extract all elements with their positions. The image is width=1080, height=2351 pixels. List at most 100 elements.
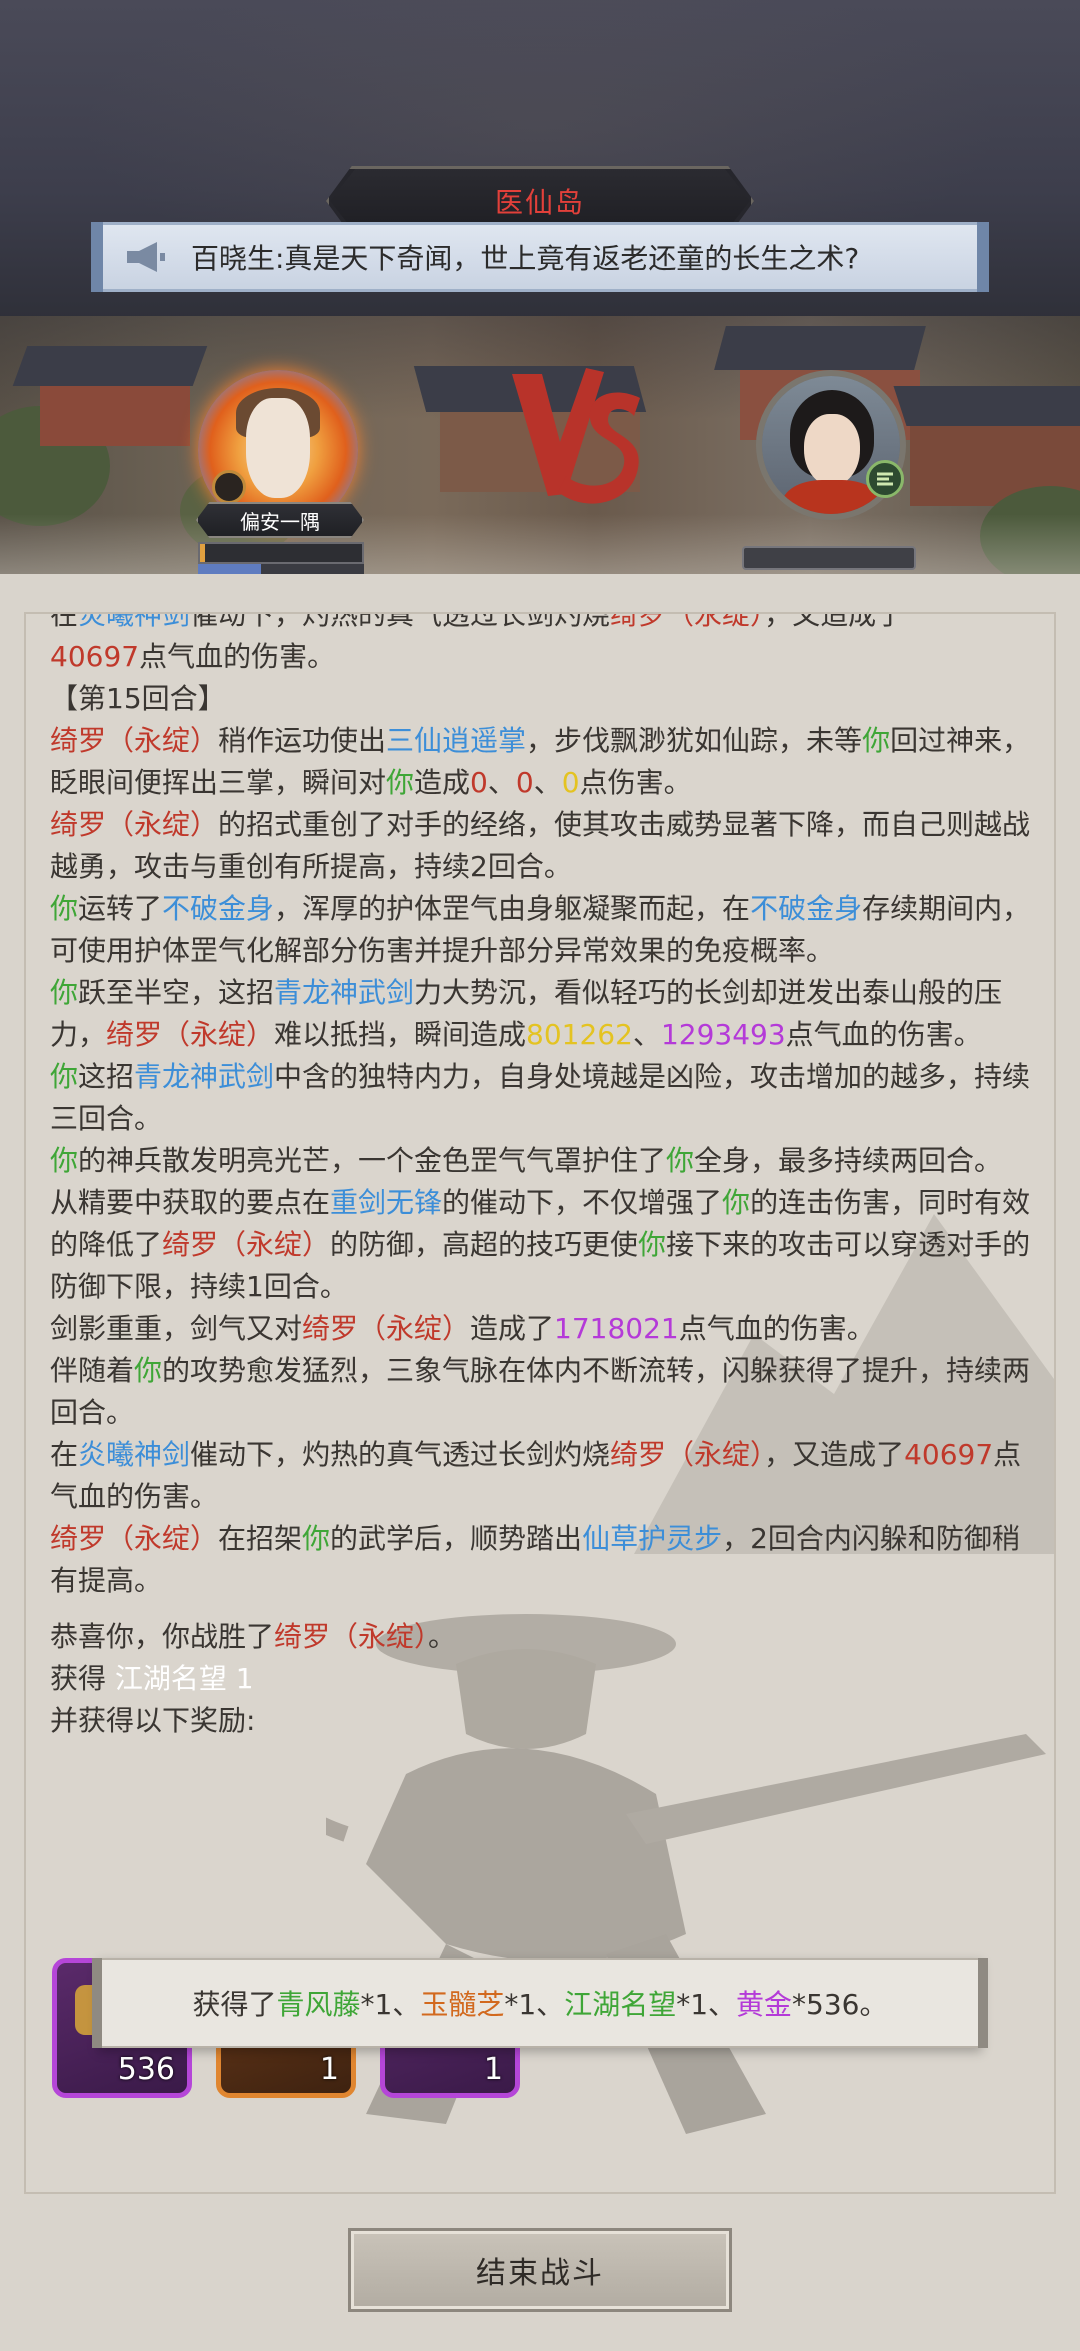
log-text: 、 — [487, 766, 516, 799]
log-text: 运转了 — [78, 892, 163, 925]
highlight-green: 你 — [862, 724, 891, 757]
log-text: 的神兵散发明亮光芒，一个金色罡气气罩护住了 — [78, 1144, 667, 1177]
highlight-blue: 青龙神武剑 — [274, 976, 415, 1009]
log-text: 恭喜你，你战胜了 — [50, 1620, 275, 1653]
gain-value: 江湖名望 1 — [114, 1662, 254, 1695]
opponent-hp-bar — [742, 546, 916, 570]
highlight-red: 绮罗（永绽） — [610, 612, 765, 631]
log-text: 在招架 — [218, 1522, 303, 1555]
location-name: 医仙岛 — [494, 186, 585, 219]
highlight-red: 40697 — [904, 1438, 994, 1471]
player-mp-fill — [198, 564, 262, 574]
log-text: *536。 — [792, 1988, 888, 2021]
highlight-green: 你 — [50, 976, 79, 1009]
player-mp-bar — [198, 564, 364, 574]
log-entry: 你的神兵散发明亮光芒，一个金色罡气气罩护住了你全身，最多持续两回合。 — [50, 1140, 1040, 1182]
log-text: 【第15回合】 — [50, 682, 226, 715]
battle-log-text: 在炎曦神剑催动下，灼热的真气透过长剑灼烧绮罗（永绽），又造成了 40697点气血的… — [50, 614, 1040, 1742]
log-text: *1、 — [676, 1988, 737, 2021]
log-entry: 绮罗（永绽）稍作运功使出三仙逍遥掌，步伐飘渺犹如仙踪，未等你回过神来，眨眼间便挥… — [50, 720, 1040, 804]
reward-count: 1 — [319, 2052, 339, 2087]
megaphone-icon — [115, 227, 175, 287]
highlight-blue: 青龙神武剑 — [134, 1060, 275, 1093]
highlight-orange: 玉髓芝 — [420, 1988, 505, 2021]
log-text: 催动下，灼热的真气透过长剑灼烧 — [190, 1438, 611, 1471]
log-entry: 你运转了不破金身，浑厚的护体罡气由身躯凝聚而起，在不破金身存续期间内，可使用护体… — [50, 888, 1040, 972]
log-text: 的防御，高超的技巧更使 — [330, 1228, 639, 1261]
log-text: 全身，最多持续两回合。 — [694, 1144, 1003, 1177]
log-text: 获得了 — [192, 1988, 277, 2021]
announcement-banner[interactable]: 百晓生:真是天下奇闻，世上竟有返老还童的长生之术? — [91, 222, 989, 292]
log-text: *1、 — [360, 1988, 421, 2021]
highlight-red: 绮罗（永绽） — [274, 1620, 429, 1653]
player-hp-fill — [200, 544, 205, 562]
log-text: 剑影重重，剑气又对 — [50, 1312, 303, 1345]
log-text: 、 — [533, 766, 562, 799]
highlight-red: 绮罗（永绽） — [50, 1522, 219, 1555]
highlight-yellow: 0 — [561, 766, 580, 799]
highlight-green: 你 — [666, 1144, 695, 1177]
highlight-red: 绮罗（永绽） — [50, 808, 219, 841]
log-entry: 40697点气血的伤害。 — [50, 636, 1040, 678]
log-text: 催动下，灼热的真气透过长剑灼烧 — [190, 612, 611, 631]
highlight-red: 0 — [470, 766, 488, 799]
log-text: 在 — [50, 1438, 79, 1471]
highlight-red: 绮罗（永绽） — [106, 1018, 275, 1051]
log-text: 造成了 — [470, 1312, 555, 1345]
log-text: 在 — [50, 612, 79, 631]
gain-line: 获得 江湖名望 1 — [50, 1658, 1040, 1700]
player-hp-bar — [198, 542, 364, 564]
highlight-green: 江湖名望 — [564, 1988, 677, 2021]
highlight-blue: 重剑无锋 — [330, 1186, 443, 1219]
log-entry: 剑影重重，剑气又对绮罗（永绽）造成了1718021点气血的伤害。 — [50, 1308, 1040, 1350]
log-text: ，浑厚的护体罡气由身躯凝聚而起，在 — [274, 892, 751, 925]
log-text: 从精要中获取的要点在 — [50, 1186, 331, 1219]
highlight-green: 你 — [302, 1522, 331, 1555]
rewards-label: 并获得以下奖励: — [50, 1704, 256, 1737]
log-text: 难以抵挡，瞬间造成 — [274, 1018, 527, 1051]
highlight-blue: 不破金身 — [750, 892, 863, 925]
highlight-green: 你 — [386, 766, 415, 799]
reward-count: 1 — [483, 2052, 503, 2087]
highlight-purple: 黄金 — [736, 1988, 793, 2021]
victory-message: 恭喜你，你战胜了绮罗（永绽）。 — [50, 1616, 1040, 1658]
reward-count: 536 — [117, 2052, 175, 2087]
log-text: 的武学后，顺势踏出 — [330, 1522, 583, 1555]
log-entry: 伴随着你的攻势愈发猛烈，三象气脉在体内不断流转，闪躲获得了提升，持续两回合。 — [50, 1350, 1040, 1434]
log-entry: 在炎曦神剑催动下，灼热的真气透过长剑灼烧绮罗（永绽），又造成了40697点气血的… — [50, 1434, 1040, 1518]
log-text: 造成 — [414, 766, 471, 799]
highlight-red: 绮罗（永绽） — [302, 1312, 471, 1345]
highlight-green: 你 — [722, 1186, 751, 1219]
log-entry: 绮罗（永绽）在招架你的武学后，顺势踏出仙草护灵步，2回合内闪躲和防御稍有提高。 — [50, 1518, 1040, 1602]
highlight-red: 绮罗（永绽） — [162, 1228, 331, 1261]
opponent-buff-icon[interactable] — [866, 460, 904, 498]
highlight-red: 40697 — [50, 640, 140, 673]
log-entry: 你跃至半空，这招青龙神武剑力大势沉，看似轻巧的长剑却迸发出泰山般的压力，绮罗（永… — [50, 972, 1040, 1056]
reward-toast: 获得了 青风藤 *1、 玉髓芝 *1、 江湖名望 *1、 黄金 *536。 — [92, 1958, 988, 2048]
log-text: 点气血的伤害。 — [785, 1018, 982, 1051]
highlight-green: 你 — [50, 892, 79, 925]
battle-log-panel[interactable]: 在炎曦神剑催动下，灼热的真气透过长剑灼烧绮罗（永绽），又造成了 40697点气血的… — [24, 612, 1056, 2194]
log-text: 稍作运功使出 — [218, 724, 387, 757]
player-level-badge — [212, 470, 246, 504]
log-text: 这招 — [78, 1060, 135, 1093]
log-entry: 从精要中获取的要点在重剑无锋的催动下，不仅增强了你的连击伤害，同时有效的降低了绮… — [50, 1182, 1040, 1308]
highlight-yellow: 801262 — [526, 1018, 633, 1051]
log-text: ，又造成了 — [764, 612, 905, 631]
highlight-blue: 三仙逍遥掌 — [386, 724, 527, 757]
log-text: 伴随着 — [50, 1354, 135, 1387]
log-text: 点气血的伤害。 — [139, 640, 336, 673]
highlight-green: 你 — [638, 1228, 667, 1261]
highlight-blue: 炎曦神剑 — [78, 612, 191, 631]
log-entry: 你这招青龙神武剑中含的独特内力，自身处境越是凶险，攻击增加的越多，持续三回合。 — [50, 1056, 1040, 1140]
vs-icon — [508, 364, 648, 524]
log-text: 、 — [632, 1018, 661, 1051]
end-battle-button[interactable]: 结束战斗 — [348, 2228, 732, 2312]
log-text: ，又造成了 — [764, 1438, 905, 1471]
highlight-blue: 炎曦神剑 — [78, 1438, 191, 1471]
player-name-plate: 偏安一隅 — [196, 502, 364, 538]
log-entry: 在炎曦神剑催动下，灼热的真气透过长剑灼烧绮罗（永绽），又造成了 — [50, 612, 1040, 636]
highlight-red: 0 — [515, 766, 534, 799]
highlight-green: 你 — [134, 1354, 163, 1387]
highlight-red: 绮罗（永绽） — [610, 1438, 765, 1471]
